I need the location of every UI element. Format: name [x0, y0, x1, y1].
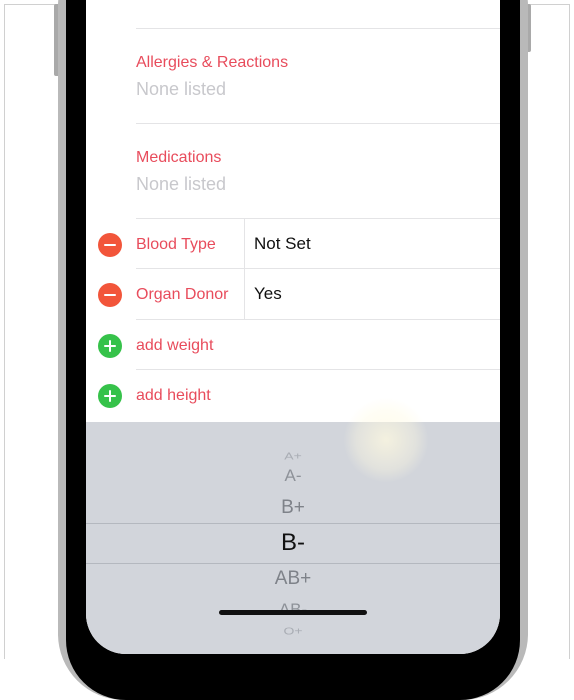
blood-type-picker[interactable]: A+ A- B+ B- AB+ AB- O+ — [86, 422, 500, 654]
picker-option[interactable]: AB+ — [86, 568, 500, 590]
row-divider — [136, 28, 500, 29]
row-divider — [136, 218, 500, 219]
column-divider — [244, 268, 245, 319]
add-weight-label[interactable]: add weight — [136, 337, 213, 355]
add-height-label[interactable]: add height — [136, 387, 211, 405]
remove-organ-donor-button[interactable] — [98, 283, 122, 307]
picker-selection-top-line — [86, 523, 500, 524]
row-divider — [136, 123, 500, 124]
picker-option[interactable]: B+ — [86, 497, 500, 519]
allergies-input[interactable]: None listed — [136, 79, 226, 100]
organ-donor-label: Organ Donor — [136, 286, 229, 303]
blood-type-label: Blood Type — [136, 236, 216, 253]
phone-screen: Allergies & Reactions None listed Medica… — [86, 0, 500, 654]
organ-donor-value[interactable]: Yes — [254, 284, 282, 304]
blood-type-value[interactable]: Not Set — [254, 234, 311, 254]
add-weight-button[interactable] — [98, 334, 122, 358]
allergies-label: Allergies & Reactions — [136, 54, 289, 71]
add-height-button[interactable] — [98, 384, 122, 408]
medications-input[interactable]: None listed — [136, 174, 226, 195]
touch-indicator — [344, 398, 428, 482]
row-divider — [136, 319, 500, 320]
picker-selected-option[interactable]: B- — [86, 529, 500, 557]
remove-blood-type-button[interactable] — [98, 233, 122, 257]
column-divider — [244, 218, 245, 268]
picker-option[interactable]: A+ — [86, 450, 500, 461]
home-indicator[interactable] — [219, 610, 367, 615]
picker-option[interactable]: O+ — [86, 625, 500, 636]
medications-label: Medications — [136, 149, 222, 166]
row-divider — [136, 268, 500, 269]
row-divider — [136, 369, 500, 370]
picker-selection-bottom-line — [86, 563, 500, 564]
picker-option[interactable]: A- — [86, 466, 500, 486]
